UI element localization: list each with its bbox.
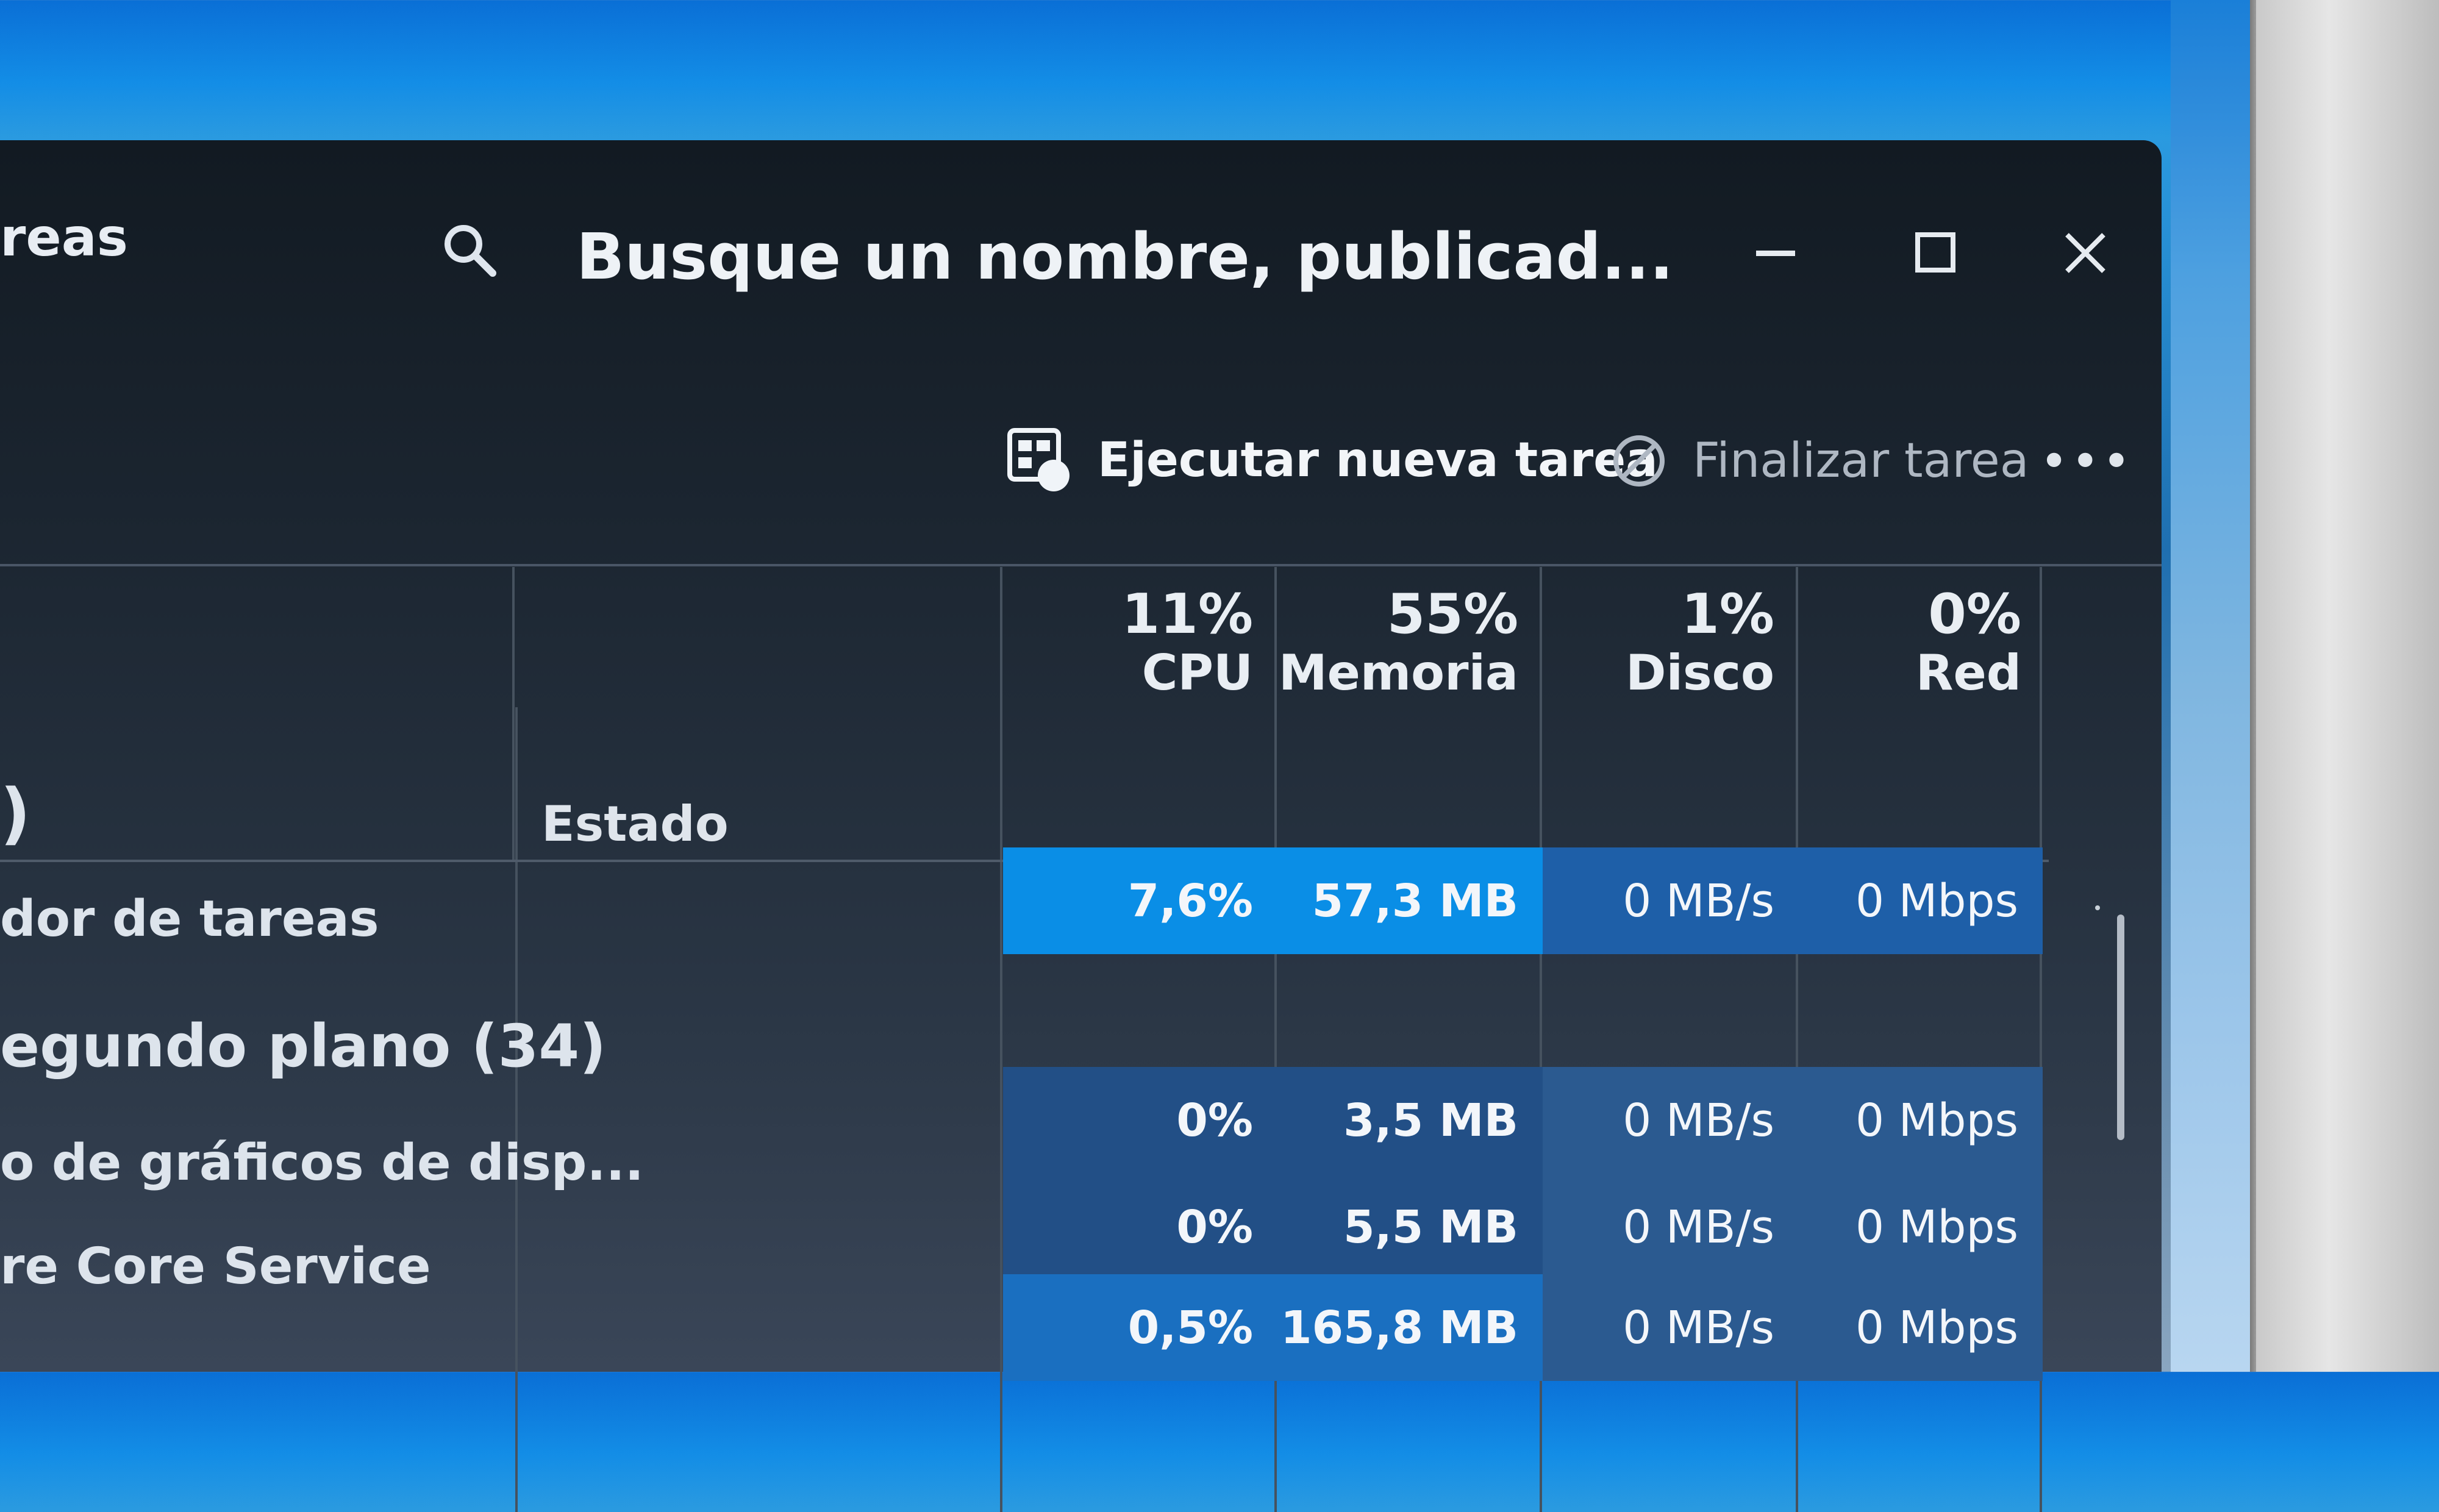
- close-icon: [2065, 233, 2105, 273]
- memory-header-label: Memoria: [1278, 644, 1518, 701]
- cpu-cell: 0%: [1003, 1174, 1277, 1280]
- column-header-cpu[interactable]: 11% CPU: [1006, 585, 1253, 702]
- app-title: reas: [0, 207, 128, 268]
- scrollbar-thumb[interactable]: [2117, 915, 2124, 1140]
- close-button[interactable]: [2046, 219, 2125, 287]
- table-row[interactable]: 0% 5,5 MB 0 MB/s 0 Mbps: [1003, 1174, 2043, 1280]
- network-cell: 0 Mbps: [1799, 1174, 2043, 1280]
- cpu-cell: 7,6%: [1003, 847, 1277, 954]
- memory-cell: 165,8 MB: [1277, 1274, 1543, 1381]
- more-icon[interactable]: •••: [2040, 433, 2134, 490]
- network-total-percent: 0%: [1928, 582, 2021, 646]
- disk-cell: 0 MB/s: [1543, 1174, 1799, 1280]
- column-divider: [515, 707, 518, 1512]
- search-icon[interactable]: [439, 219, 500, 280]
- network-header-label: Red: [1915, 644, 2021, 701]
- toolbar-divider: [0, 564, 2162, 566]
- network-cell: 0 Mbps: [1799, 1274, 2043, 1381]
- memory-cell: 57,3 MB: [1277, 847, 1543, 954]
- maximize-button[interactable]: [1896, 219, 1976, 287]
- search-input[interactable]: Busque un nombre, publicad...: [576, 219, 1674, 294]
- table-row[interactable]: 7,6% 57,3 MB 0 MB/s 0 Mbps: [1003, 847, 2043, 954]
- monitor-bezel: [2256, 0, 2439, 1372]
- disk-header-label: Disco: [1626, 644, 1774, 701]
- column-divider: [1000, 707, 1002, 1512]
- maximize-icon: [1915, 232, 1955, 273]
- disk-cell: 0 MB/s: [1543, 847, 1799, 954]
- disk-cell: 0 MB/s: [1543, 1274, 1799, 1381]
- column-header-status[interactable]: Estado: [541, 796, 729, 852]
- disk-total-percent: 1%: [1681, 582, 1774, 646]
- memory-total-percent: 55%: [1387, 582, 1518, 646]
- process-group-name[interactable]: ): [0, 774, 30, 852]
- table-row[interactable]: 0,5% 165,8 MB 0 MB/s 0 Mbps: [1003, 1274, 2043, 1381]
- column-divider: [512, 567, 515, 860]
- process-group-name[interactable]: egundo plano (34): [0, 1012, 606, 1080]
- memory-cell: 5,5 MB: [1277, 1174, 1543, 1280]
- end-task-label: Finalizar tarea: [1693, 433, 2029, 488]
- cpu-cell: 0%: [1003, 1067, 1277, 1174]
- column-header-memory[interactable]: 55% Memoria: [1277, 585, 1518, 702]
- column-header-network[interactable]: 0% Red: [1799, 585, 2021, 702]
- memory-cell: 3,5 MB: [1277, 1067, 1543, 1174]
- network-cell: 0 Mbps: [1799, 847, 2043, 954]
- cpu-header-label: CPU: [1141, 644, 1253, 701]
- task-manager-window: reas Busque un nombre, publicad... Ejecu…: [0, 140, 2162, 1512]
- minimize-icon: [1756, 251, 1795, 256]
- scroll-arrow[interactable]: [2095, 905, 2100, 910]
- end-task-icon: [1613, 435, 1665, 487]
- cpu-cell: 0,5%: [1003, 1274, 1277, 1381]
- minimize-button[interactable]: [1738, 219, 1817, 287]
- process-name[interactable]: o de gráficos de disp...: [0, 1134, 644, 1192]
- column-header-disk[interactable]: 1% Disco: [1543, 585, 1774, 702]
- network-cell: 0 Mbps: [1799, 1067, 2043, 1174]
- process-name[interactable]: re Core Service: [0, 1238, 431, 1296]
- end-task-button[interactable]: Finalizar tarea: [1610, 432, 2029, 490]
- cpu-total-percent: 11%: [1121, 582, 1253, 646]
- run-new-task-button[interactable]: Ejecutar nueva tarea: [1006, 427, 1658, 494]
- disk-cell: 0 MB/s: [1543, 1067, 1799, 1174]
- process-name[interactable]: dor de tareas: [0, 890, 379, 948]
- table-row[interactable]: 0% 3,5 MB 0 MB/s 0 Mbps: [1003, 1067, 2043, 1174]
- run-task-icon: [1007, 428, 1070, 491]
- run-new-task-label: Ejecutar nueva tarea: [1098, 433, 1658, 488]
